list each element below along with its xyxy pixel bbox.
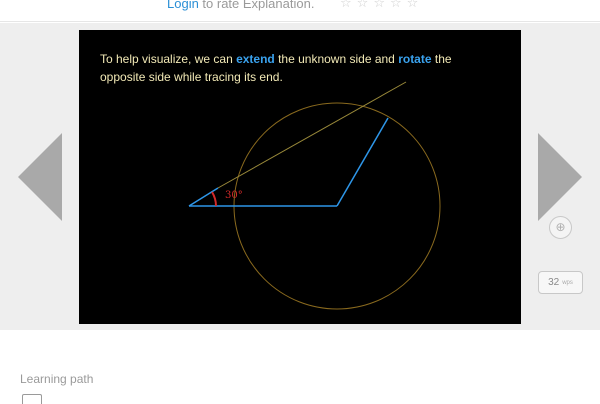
- rotated-side-segment: [336, 117, 389, 207]
- rating-bar: Login to rate Explanation. ☆ ☆ ☆ ☆ ☆: [0, 0, 600, 22]
- rating-stars: ☆ ☆ ☆ ☆ ☆: [340, 0, 418, 11]
- star-icon[interactable]: ☆: [357, 0, 369, 11]
- angle-label: 30°: [225, 190, 243, 201]
- next-arrow-icon[interactable]: [538, 133, 582, 221]
- star-icon[interactable]: ☆: [340, 0, 352, 11]
- learning-path-icon: [22, 394, 42, 404]
- previous-arrow-icon[interactable]: [18, 133, 62, 221]
- star-icon[interactable]: ☆: [407, 0, 419, 11]
- rate-prompt-text: to rate Explanation.: [198, 0, 315, 11]
- caption-text: To help visualize, we can: [100, 52, 237, 66]
- angle-arc: [211, 191, 217, 207]
- caption-extend: extend: [236, 52, 275, 66]
- learning-path-label: Learning path: [20, 372, 94, 386]
- caption-text: the unknown side and: [274, 52, 399, 66]
- explanation-video[interactable]: 30° To help visualize, we can extend the…: [79, 30, 521, 324]
- caption-rotate: rotate: [398, 52, 432, 66]
- rate-prompt: Login to rate Explanation.: [167, 0, 314, 11]
- player-stage: 30° To help visualize, we can extend the…: [0, 23, 600, 330]
- speed-unit: wps: [562, 279, 573, 286]
- star-icon[interactable]: ☆: [390, 0, 402, 11]
- share-icon[interactable]: ⊕: [549, 216, 572, 239]
- star-icon[interactable]: ☆: [373, 0, 385, 11]
- login-link[interactable]: Login: [167, 0, 199, 11]
- speed-button[interactable]: 32 wps: [538, 271, 583, 294]
- video-caption: To help visualize, we can extend the unk…: [100, 50, 480, 86]
- speed-value: 32: [548, 277, 560, 288]
